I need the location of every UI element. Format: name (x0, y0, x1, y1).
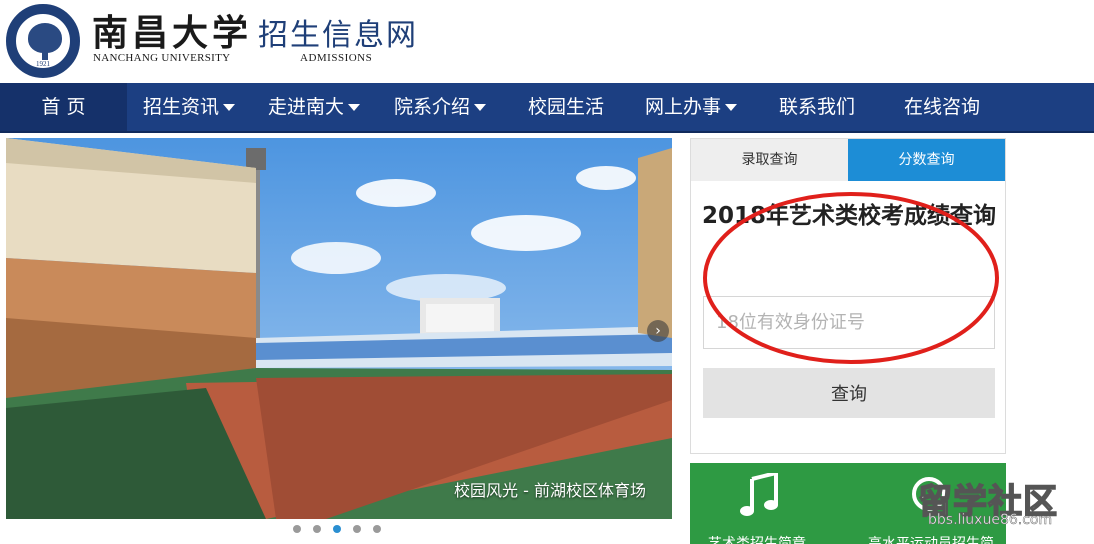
chevron-down-icon (474, 104, 487, 111)
slide-caption: 校园风光 - 前湖校区体育场 (454, 481, 646, 500)
tree-emblem-icon (28, 23, 62, 53)
nav-departments[interactable]: 院系介绍 (394, 83, 487, 131)
query-button[interactable]: 查询 (703, 368, 995, 418)
chevron-down-icon (725, 104, 738, 111)
nav-campus-life[interactable]: 校园生活 (528, 83, 604, 131)
nav-admissions-news[interactable]: 招生资讯 (143, 83, 236, 131)
slider-dot-active[interactable] (333, 525, 341, 533)
query-panel: 录取查询 分数查询 2018年艺术类校考成绩查询 查询 (690, 138, 1006, 454)
slider-dot[interactable] (313, 525, 321, 533)
nav-about[interactable]: 走进南大 (268, 83, 361, 131)
campus-photo-slider[interactable]: › 校园风光 - 前湖校区体育场 (6, 138, 672, 519)
watermark-url: bbs.liuxue86.com (928, 512, 1053, 529)
nav-online-consult[interactable]: 在线咨询 (904, 83, 980, 131)
site-header: 1921 南昌大学 NANCHANG UNIVERSITY 招生信息网 ADMI… (0, 0, 1094, 83)
site-name-en: ADMISSIONS (300, 52, 373, 64)
site-name-cn: 招生信息网 (258, 18, 418, 53)
nav-contact[interactable]: 联系我们 (779, 83, 855, 131)
nav-home[interactable]: 首 页 (0, 83, 127, 131)
seal-year: 1921 (36, 60, 50, 68)
nav-online-services[interactable]: 网上办事 (645, 83, 738, 131)
query-title: 2018年艺术类校考成绩查询 (701, 203, 996, 229)
tab-score-query[interactable]: 分数查询 (848, 139, 1005, 181)
music-note-icon[interactable] (738, 473, 780, 517)
slider-dot[interactable] (293, 525, 301, 533)
university-seal-logo[interactable]: 1921 (6, 4, 80, 78)
main-nav: 首 页 招生资讯 走进南大 院系介绍 校园生活 网上办事 联系我们 在线咨询 (0, 83, 1094, 133)
school-name-en: NANCHANG UNIVERSITY (93, 52, 231, 64)
school-name-cn: 南昌大学 (92, 12, 253, 54)
id-number-input[interactable] (703, 296, 995, 349)
tab-admission-query[interactable]: 录取查询 (691, 139, 848, 181)
stadium-photo (6, 138, 672, 519)
forum-watermark: 留学社区 bbs.liuxue86.com (910, 474, 1090, 536)
art-admission-link[interactable]: 艺术类招生简章 (708, 533, 806, 544)
chevron-down-icon (223, 104, 236, 111)
slider-dot[interactable] (373, 525, 381, 533)
chevron-down-icon (348, 104, 361, 111)
slider-next-arrow[interactable]: › (647, 320, 669, 342)
slider-dot[interactable] (353, 525, 361, 533)
